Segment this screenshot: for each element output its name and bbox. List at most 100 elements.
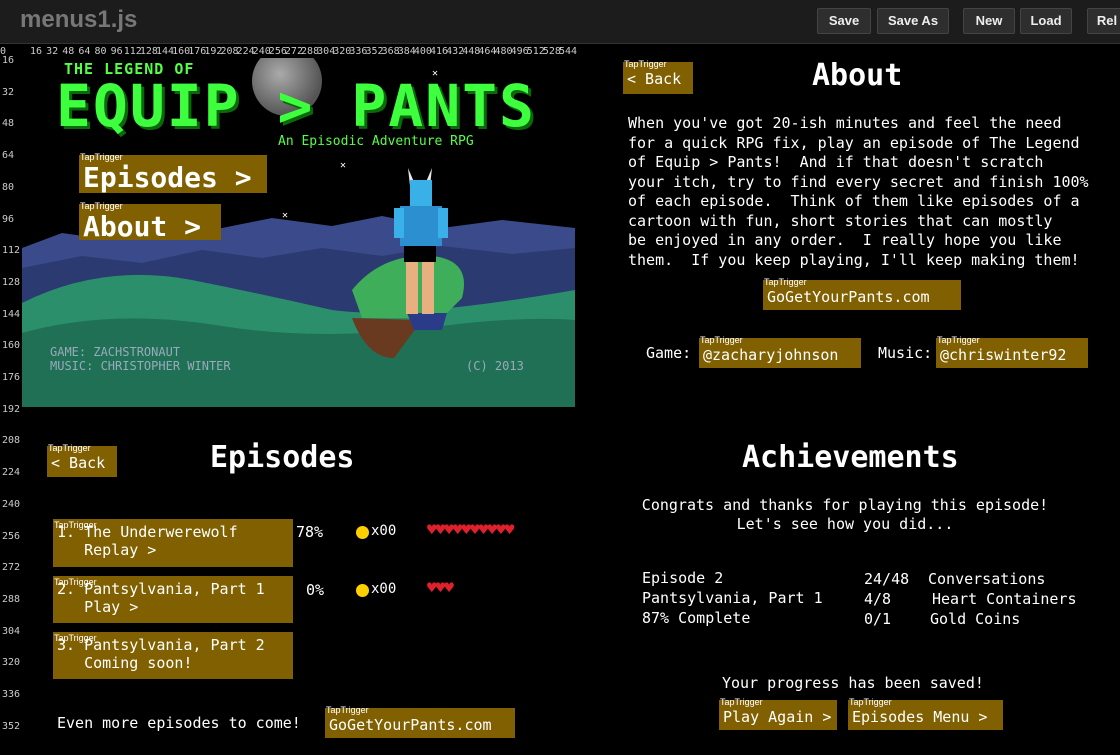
about-menu-button[interactable]: TapTrigger About > (79, 201, 221, 243)
music-handle-link[interactable]: TapTrigger @chriswinter92 (936, 335, 1088, 368)
tap-trigger-tag: TapTrigger (849, 697, 892, 707)
hero-sprite (394, 168, 448, 314)
episodes-back-label: < Back (51, 454, 106, 472)
conversations-count: 24/48 (864, 570, 910, 588)
ruler-tick: 240 (2, 498, 21, 510)
episodes-website-link[interactable]: TapTrigger GoGetYourPants.com (325, 705, 515, 738)
coin-icon (356, 584, 369, 597)
ruler-tick: 304 (2, 625, 21, 637)
ruler-tick: 208 (2, 435, 21, 447)
game-subtitle: An Episodic Adventure RPG (278, 134, 474, 149)
credit-music: MUSIC: CHRISTOPHER WINTER (50, 359, 231, 373)
tap-trigger-tag: TapTrigger (764, 277, 807, 287)
episode-2-title: 2. Pantsylvania, Part 1 (57, 580, 265, 598)
ruler-tick: 192 (2, 403, 21, 415)
ruler-top: 0 16 32 48 64 80 96 112 128 144 160 176 192 208 224 240… (0, 44, 1120, 58)
episode-1-button[interactable]: TapTrigger 1. The Underwerewolf Replay > (53, 519, 293, 567)
load-button[interactable]: Load (1020, 8, 1072, 34)
about-website-link[interactable]: TapTrigger GoGetYourPants.com (763, 277, 961, 310)
about-back-button[interactable]: TapTrigger < Back (623, 59, 693, 94)
ruler-tick: 320 (2, 657, 21, 669)
episode-1-title: 1. The Underwerewolf (57, 523, 238, 541)
tap-trigger-tag: TapTrigger (326, 705, 369, 715)
coin-icon (356, 526, 369, 539)
music-handle-label: @chriswinter92 (940, 346, 1067, 364)
ruler-tick: 80 (2, 181, 15, 193)
ruler-tick: 256 (2, 530, 21, 542)
reload-button[interactable]: Rel (1087, 8, 1120, 34)
episode-3-title: 3. Pantsylvania, Part 2 (57, 636, 265, 654)
ruler-tick: 64 (2, 150, 15, 162)
episode-2-button[interactable]: TapTrigger 2. Pantsylvania, Part 1 Play … (53, 576, 293, 623)
ruler-tick: 224 (2, 467, 21, 479)
ruler-tick: 32 (46, 46, 59, 57)
episode-1-hearts: ♥♥♥♥♥♥♥♥♥♥ (427, 520, 514, 539)
episodes-heading: Episodes (210, 440, 355, 475)
episode-name: Pantsylvania, Part 1 (642, 589, 823, 607)
game-handle-link[interactable]: TapTrigger @zacharyjohnson (699, 335, 861, 368)
ruler-tick: 80 (94, 46, 107, 57)
ruler-tick: 288 (2, 593, 21, 605)
episode-1-action: Replay > (57, 541, 157, 559)
play-again-label: Play Again > (723, 708, 832, 726)
play-again-button[interactable]: TapTrigger Play Again > (719, 697, 837, 730)
editor-toolbar: menus1.js Save Save As New Load Rel (0, 0, 1120, 44)
ruler-tick: 96 (110, 46, 123, 57)
ruler-tick: 112 (2, 245, 21, 257)
music-credit-label: Music: (878, 344, 933, 362)
ruler-tick: 336 (2, 689, 21, 700)
tap-trigger-tag: TapTrigger (700, 335, 743, 345)
credit-game: GAME: ZACHSTRONAUT (50, 345, 181, 359)
ruler-tick: 272 (2, 562, 21, 574)
episode-2-percent: 0% (306, 581, 325, 599)
ruler-tick: 64 (78, 46, 91, 57)
tap-trigger-tag: TapTrigger (720, 697, 763, 707)
episode-1-coins: x00 (371, 523, 397, 539)
game-handle-label: @zacharyjohnson (703, 346, 839, 364)
episode-complete: 87% Complete (642, 609, 751, 627)
star-icon: ✕ (340, 160, 347, 171)
ruler-left: 16 32 48 64 80 96 112 128 144 160 176 192 208 224 240 2… (0, 44, 22, 755)
episode-2-action: Play > (57, 598, 139, 616)
ruler-tick: 16 (30, 46, 43, 57)
episodes-back-button[interactable]: TapTrigger < Back (47, 443, 117, 477)
tap-trigger-tag: TapTrigger (937, 335, 980, 345)
episode-3-button[interactable]: TapTrigger 3. Pantsylvania, Part 2 Comin… (53, 632, 293, 679)
coins-label: Gold Coins (930, 610, 1021, 628)
about-heading: About (812, 58, 903, 93)
achievements-congrats: Congrats and thanks for playing this epi… (641, 496, 1049, 533)
episode-3-action: Coming soon! (57, 654, 193, 672)
about-website-label: GoGetYourPants.com (767, 288, 930, 306)
episodes-menu-label: Episodes > (83, 161, 252, 194)
ruler-tick: 176 (2, 372, 21, 383)
achievements-heading: Achievements (742, 440, 959, 475)
episodes-menu-return-button[interactable]: TapTrigger Episodes Menu > (848, 697, 1003, 730)
file-title: menus1.js (20, 6, 138, 33)
ruler-tick: 160 (2, 340, 21, 352)
tap-trigger-tag: TapTrigger (624, 59, 667, 69)
episode-2-coins: x00 (371, 581, 397, 597)
conversations-label: Conversations (928, 570, 1046, 588)
ruler-tick: 48 (2, 118, 15, 130)
coins-count: 0/1 (864, 610, 892, 628)
save-as-button[interactable]: Save As (877, 8, 949, 34)
ruler-tick: 32 (2, 86, 15, 98)
ruler-tick: 128 (2, 276, 21, 288)
new-button[interactable]: New (963, 8, 1015, 34)
ruler-tick: 96 (2, 213, 15, 225)
progress-saved-text: Your progress has been saved! (722, 674, 984, 692)
ruler-tick: 48 (62, 46, 75, 57)
about-menu-label: About > (83, 210, 202, 243)
more-episodes-text: Even more episodes to come! (57, 714, 301, 732)
save-button[interactable]: Save (817, 8, 871, 34)
episodes-menu-return-label: Episodes Menu > (852, 708, 988, 726)
ruler-tick: 544 (558, 46, 578, 57)
tap-trigger-tag: TapTrigger (48, 443, 91, 453)
episodes-menu-button[interactable]: TapTrigger Episodes > (79, 152, 267, 194)
game-title-logo: EQUIP > PANTS (56, 72, 536, 140)
episode-1-percent: 78% (296, 523, 324, 541)
star-icon: ✕ (282, 210, 289, 221)
hearts-label: Heart Containers (932, 590, 1077, 608)
hearts-count: 4/8 (864, 590, 892, 608)
episodes-website-label: GoGetYourPants.com (329, 716, 492, 734)
